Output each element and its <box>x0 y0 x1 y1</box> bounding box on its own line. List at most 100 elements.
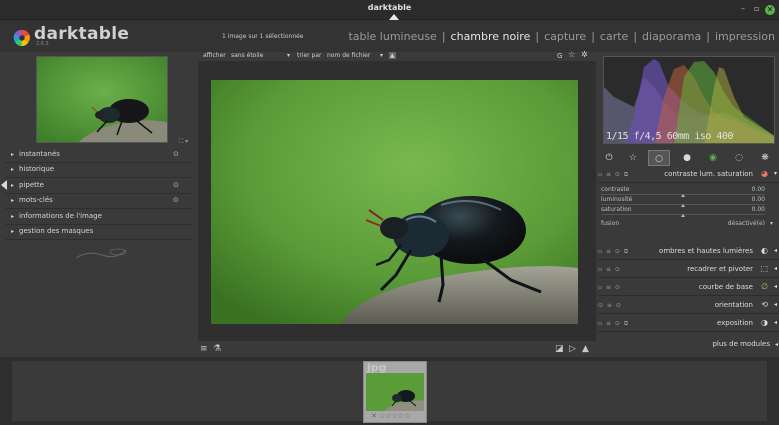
module-snapshots[interactable]: ▸ instantanés ⊙ <box>5 148 193 163</box>
left-panel-collapse-icon[interactable] <box>1 180 7 190</box>
main-image-photo <box>211 80 578 324</box>
slider-value: 0.00 <box>751 196 765 203</box>
module-tagging[interactable]: ▸ mots-clés ⊙ <box>5 194 193 209</box>
expand-arrow-icon: ▸ <box>11 151 15 158</box>
view-map[interactable]: carte <box>600 30 628 43</box>
collapse-arrow-icon[interactable]: ▾ <box>774 170 777 177</box>
module-exposure[interactable]: ▫ ≡ ⊙ ⧉ exposition ◑ ◂ <box>598 316 779 332</box>
module-controls-icon[interactable]: ▫ ≡ ⊙ <box>598 284 621 291</box>
quick-access-menu-icon[interactable]: ≡ <box>200 344 208 354</box>
module-history[interactable]: ▸ historique <box>5 163 193 178</box>
view-lighttable[interactable]: table lumineuse <box>348 30 436 43</box>
maximize-button[interactable]: ▫ <box>754 4 759 13</box>
exif-info: 1/15 f/4,5 60mm iso 400 <box>606 131 733 142</box>
module-label: instantanés <box>19 150 60 158</box>
view-slideshow[interactable]: diaporama <box>642 30 701 43</box>
module-label: historique <box>19 165 55 173</box>
module-controls-icon[interactable]: ▫ ≡ ⊙ ⧉ <box>598 171 629 179</box>
module-shadows-highlights[interactable]: ▫ ≡ ⊙ ⧉ ombres et hautes lumières ◐ ◂ <box>598 244 779 260</box>
reset-icon[interactable]: ⊙ <box>173 181 179 189</box>
view-print[interactable]: impression <box>715 30 775 43</box>
shadows-highlights-icon: ◐ <box>761 246 768 255</box>
module-name: ombres et hautes lumières <box>659 247 753 255</box>
group-color-icon[interactable]: ◉ <box>702 150 724 166</box>
expand-arrow-icon[interactable]: ◂ <box>774 319 777 326</box>
selection-count: 1 image sur 1 sélectionnée <box>222 33 304 40</box>
module-name: contraste lum. saturation <box>664 170 753 178</box>
expand-arrow-icon: ▸ <box>11 228 15 235</box>
view-tethering[interactable]: capture <box>544 30 586 43</box>
module-base-curve[interactable]: ▫ ≡ ⊙ courbe de base ∅ ◂ <box>598 280 779 296</box>
reset-icon[interactable]: ⊙ <box>173 196 179 204</box>
minimize-button[interactable]: – <box>741 4 745 13</box>
module-name: exposition <box>716 319 753 327</box>
gamut-check-icon[interactable]: ▲ <box>582 344 589 354</box>
module-controls-icon[interactable]: ▫ ≡ ⊙ <box>598 266 621 273</box>
exposure-icon: ◑ <box>761 318 768 327</box>
slider-label: contraste <box>601 186 630 193</box>
group-correct-icon[interactable]: ◌ <box>728 150 750 166</box>
slider-value: 0.00 <box>751 186 765 193</box>
gear-icon[interactable]: ✲ <box>581 50 588 59</box>
blend-mode-select[interactable]: fusion désactivé(e) ▾ <box>601 220 773 230</box>
more-modules-button[interactable]: plus de modules ◂ <box>598 338 779 352</box>
slider-label: saturation <box>601 206 632 213</box>
slider-handle[interactable] <box>681 214 685 217</box>
brightness-slider[interactable]: luminosité 0.00 <box>601 196 773 207</box>
saturation-slider[interactable]: saturation 0.00 <box>601 206 773 217</box>
expand-arrow-icon[interactable]: ◂ <box>774 247 777 254</box>
module-colisa-header[interactable]: ▫ ≡ ⊙ ⧉ contraste lum. saturation ◕ ▾ <box>598 167 779 183</box>
rotate-icon: ⟲ <box>761 300 768 309</box>
module-controls-icon[interactable]: ▫ ≡ ⊙ ⧉ <box>598 320 629 328</box>
dropdown-arrow-icon[interactable]: ▾ <box>287 52 290 59</box>
sort-order-icon[interactable]: ▲ <box>389 52 396 59</box>
module-mask-manager[interactable]: ▸ gestion des masques <box>5 225 193 240</box>
thumbnail-rating[interactable]: ✕ ☆☆☆☆☆ <box>371 412 410 420</box>
dropdown-arrow-icon[interactable]: ▾ <box>380 52 383 59</box>
view-switcher: table lumineuse | chambre noire | capture | ca… <box>348 30 775 43</box>
expand-arrow-icon: ▸ <box>11 197 15 204</box>
expand-arrow-icon: ◂ <box>774 341 778 348</box>
overexposure-icon[interactable]: ◪ <box>555 344 564 354</box>
expand-arrow-icon[interactable]: ◂ <box>774 265 777 272</box>
module-controls-icon[interactable]: ⊙ ≡ ⊙ <box>598 302 622 309</box>
group-effects-icon[interactable]: ❋ <box>754 150 776 166</box>
slider-label: luminosité <box>601 196 633 203</box>
module-controls-icon[interactable]: ▫ ≡ ⊙ ⧉ <box>598 248 629 256</box>
dropdown-arrow-icon: ▾ <box>769 220 773 227</box>
darktable-logo-icon <box>13 29 31 47</box>
main-image[interactable] <box>211 80 578 324</box>
blend-value: désactivé(e) <box>727 220 765 227</box>
thumbnail-image <box>366 373 424 411</box>
softproof-icon[interactable]: ▷ <box>569 344 576 354</box>
module-crop-rotate[interactable]: ▫ ≡ ⊙ recadrer et pivoter ⬚ ◂ <box>598 262 779 278</box>
thumbnail-photo <box>366 373 424 411</box>
expand-arrow-icon: ▸ <box>11 182 15 189</box>
grouping-icon[interactable]: G <box>557 52 562 60</box>
rating-filter-select[interactable]: sans étoile <box>231 52 263 59</box>
panel-end-decoration-icon <box>75 248 127 259</box>
reset-icon[interactable]: ⊙ <box>173 150 179 158</box>
navigation-preview[interactable] <box>36 56 168 143</box>
expand-arrow-icon[interactable]: ◂ <box>774 283 777 290</box>
module-label: gestion des masques <box>19 227 94 235</box>
contrast-slider[interactable]: contraste 0.00 <box>601 186 773 197</box>
group-tone-icon[interactable]: ● <box>676 150 698 166</box>
module-name: recadrer et pivoter <box>687 265 753 273</box>
group-basic-icon[interactable]: ○ <box>648 150 670 166</box>
module-name: orientation <box>714 301 753 309</box>
module-image-information[interactable]: ▸ informations de l'image <box>5 210 193 225</box>
group-favorites-icon[interactable]: ☆ <box>622 150 644 166</box>
styles-icon[interactable]: ⚗ <box>213 344 221 354</box>
module-orientation[interactable]: ⊙ ≡ ⊙ orientation ⟲ ◂ <box>598 298 779 314</box>
app-version: 2.6.3 <box>36 41 49 47</box>
close-button[interactable]: ✕ <box>765 5 775 15</box>
expand-arrow-icon[interactable]: ◂ <box>774 301 777 308</box>
module-color-picker[interactable]: ▸ pipette ⊙ <box>5 179 193 194</box>
sort-select[interactable]: nom de fichier <box>327 52 370 59</box>
star-icon[interactable]: ☆ <box>568 50 575 59</box>
more-modules-label: plus de modules <box>712 340 770 348</box>
zoom-selector[interactable]: ⛶ ▾ <box>179 138 188 146</box>
view-darkroom[interactable]: chambre noire <box>451 30 531 43</box>
group-active-modules-icon[interactable]: ⏻ <box>598 150 620 166</box>
